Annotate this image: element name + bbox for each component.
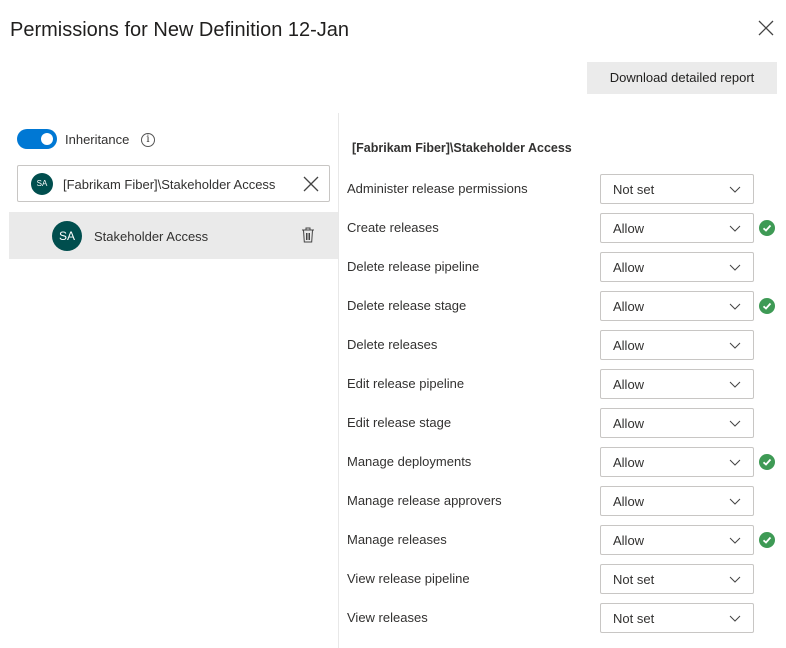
- chevron-down-icon: [729, 537, 741, 544]
- permission-label: Delete releases: [347, 337, 438, 352]
- permission-value: Allow: [613, 494, 645, 509]
- permission-dropdown[interactable]: Allow: [600, 447, 754, 477]
- permission-value: Not set: [613, 182, 655, 197]
- permission-row: View releases Not set: [347, 603, 782, 633]
- search-value: [Fabrikam Fiber]\Stakeholder Access: [63, 177, 276, 192]
- clear-icon[interactable]: [302, 175, 320, 193]
- permission-row: Edit release stage Allow: [347, 408, 782, 438]
- permission-value: Allow: [613, 260, 645, 275]
- permission-dropdown[interactable]: Allow: [600, 486, 754, 516]
- divider: [338, 113, 339, 648]
- inheritance-toggle[interactable]: [17, 129, 57, 149]
- permission-dropdown[interactable]: Not set: [600, 603, 754, 633]
- chevron-down-icon: [729, 186, 741, 193]
- check-circle-icon: [759, 220, 775, 236]
- permission-label: Administer release permissions: [347, 181, 528, 196]
- permission-label: View releases: [347, 610, 428, 625]
- permission-row: Manage releases Allow: [347, 525, 782, 555]
- permission-row: Manage deployments Allow: [347, 447, 782, 477]
- permission-label: Create releases: [347, 220, 439, 235]
- info-icon[interactable]: i: [141, 133, 155, 147]
- chevron-down-icon: [729, 615, 741, 622]
- permission-dropdown[interactable]: Allow: [600, 330, 754, 360]
- permission-dropdown[interactable]: Allow: [600, 525, 754, 555]
- permission-label: Delete release pipeline: [347, 259, 480, 274]
- permission-value: Allow: [613, 533, 645, 548]
- permission-dropdown[interactable]: Allow: [600, 213, 754, 243]
- permission-value: Allow: [613, 377, 645, 392]
- permission-label: Manage release approvers: [347, 493, 502, 508]
- group-title: [Fabrikam Fiber]\Stakeholder Access: [352, 141, 572, 155]
- permission-value: Allow: [613, 338, 645, 353]
- permission-value: Allow: [613, 455, 645, 470]
- chevron-down-icon: [729, 342, 741, 349]
- permission-dropdown[interactable]: Allow: [600, 252, 754, 282]
- permission-value: Allow: [613, 299, 645, 314]
- permission-dropdown[interactable]: Not set: [600, 174, 754, 204]
- chevron-down-icon: [729, 225, 741, 232]
- dialog-title: Permissions for New Definition 12-Jan: [10, 19, 350, 41]
- permission-label: Manage releases: [347, 532, 447, 547]
- permission-label: Manage deployments: [347, 454, 472, 469]
- permission-value: Allow: [613, 416, 645, 431]
- chevron-down-icon: [729, 264, 741, 271]
- avatar: SA: [52, 221, 82, 251]
- download-report-button[interactable]: Download detailed report: [587, 62, 777, 94]
- permission-dropdown[interactable]: Allow: [600, 369, 754, 399]
- permission-row: Edit release pipeline Allow: [347, 369, 782, 399]
- permission-row: Administer release permissions Not set: [347, 174, 782, 204]
- permission-row: View release pipeline Not set: [347, 564, 782, 594]
- identity-name: Stakeholder Access: [94, 229, 209, 244]
- chevron-down-icon: [729, 303, 741, 310]
- check-circle-icon: [759, 532, 775, 548]
- permission-value: Allow: [613, 221, 645, 236]
- avatar: SA: [31, 173, 53, 195]
- permission-value: Not set: [613, 572, 655, 587]
- permission-row: Delete releases Allow: [347, 330, 782, 360]
- chevron-down-icon: [729, 459, 741, 466]
- chevron-down-icon: [729, 420, 741, 427]
- permission-row: Delete release pipeline Allow: [347, 252, 782, 282]
- permission-dropdown[interactable]: Not set: [600, 564, 754, 594]
- permission-dropdown[interactable]: Allow: [600, 408, 754, 438]
- delete-icon[interactable]: [301, 227, 315, 243]
- permission-label: Edit release stage: [347, 415, 452, 430]
- permission-row: Delete release stage Allow: [347, 291, 782, 321]
- check-circle-icon: [759, 454, 775, 470]
- permission-dropdown[interactable]: Allow: [600, 291, 754, 321]
- close-icon[interactable]: [756, 18, 776, 38]
- permission-label: Edit release pipeline: [347, 376, 465, 391]
- chevron-down-icon: [729, 381, 741, 388]
- chevron-down-icon: [729, 498, 741, 505]
- permission-label: Delete release stage: [347, 298, 467, 313]
- chevron-down-icon: [729, 576, 741, 583]
- check-circle-icon: [759, 298, 775, 314]
- permission-label: View release pipeline: [347, 571, 470, 586]
- permission-row: Create releases Allow: [347, 213, 782, 243]
- permission-value: Not set: [613, 611, 655, 626]
- permission-row: Manage release approvers Allow: [347, 486, 782, 516]
- selected-identity-item[interactable]: SA Stakeholder Access: [9, 212, 338, 259]
- identity-search-input[interactable]: SA [Fabrikam Fiber]\Stakeholder Access: [17, 165, 330, 202]
- inheritance-label: Inheritance: [65, 132, 130, 147]
